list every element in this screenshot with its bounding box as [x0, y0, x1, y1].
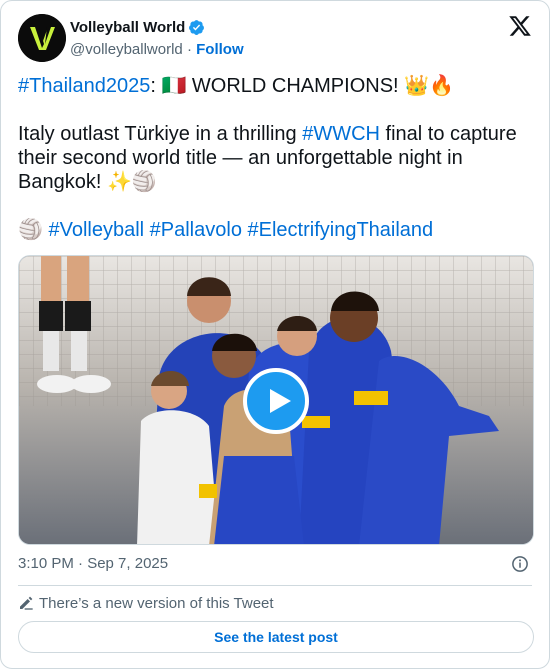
play-button[interactable]	[243, 368, 309, 434]
play-icon	[270, 389, 291, 413]
follow-link[interactable]: Follow	[196, 41, 244, 58]
hashtag-thailand2025[interactable]: #Thailand2025	[18, 75, 150, 97]
edited-notice: There’s a new version of this Tweet	[18, 593, 274, 613]
hashtag-wwch[interactable]: #WWCH	[302, 123, 380, 145]
tweet-paragraph-3: 🏐 #Volleyball #Pallavolo #ElectrifyingTh…	[18, 218, 534, 242]
separator-dot: ·	[186, 41, 192, 58]
edited-notice-text: There’s a new version of this Tweet	[39, 594, 274, 612]
see-latest-post-button[interactable]: See the latest post	[18, 621, 534, 653]
tweet-line-1-rest: : 🇮🇹 WORLD CHAMPIONS! 👑🔥	[150, 75, 454, 97]
video-media[interactable]	[18, 255, 534, 545]
hashtag-volleyball[interactable]: #Volleyball	[48, 219, 144, 241]
verified-badge-icon	[188, 19, 205, 36]
tweet-header: Volleyball World @volleyballworld · Foll…	[18, 14, 532, 62]
author-display-name[interactable]: Volleyball World	[70, 19, 185, 36]
timestamp-row: 3:10 PM · Sep 7, 2025	[18, 555, 532, 575]
tweet-paragraph-2: Italy outlast Türkiye in a thrilling #WW…	[18, 122, 534, 194]
author-handle[interactable]: @volleyballworld	[70, 41, 183, 58]
divider	[18, 585, 532, 586]
hashtag-electrifyingthailand[interactable]: #ElectrifyingThailand	[248, 219, 434, 241]
pencil-icon	[18, 595, 34, 611]
info-icon[interactable]	[511, 555, 529, 577]
tweet-embed-card: Volleyball World @volleyballworld · Foll…	[0, 0, 550, 669]
tweet-p2-start: Italy outlast Türkiye in a thrilling	[18, 123, 303, 145]
tweet-timestamp[interactable]: 3:10 PM · Sep 7, 2025	[18, 555, 168, 572]
volleyball-emoji: 🏐	[18, 219, 49, 241]
hashtag-pallavolo[interactable]: #Pallavolo	[150, 219, 242, 241]
tweet-text: #Thailand2025: 🇮🇹 WORLD CHAMPIONS! 👑🔥 It…	[18, 74, 534, 242]
volleyball-world-logo	[18, 14, 66, 62]
tweet-line-1: #Thailand2025: 🇮🇹 WORLD CHAMPIONS! 👑🔥	[18, 74, 534, 98]
x-logo-icon[interactable]	[508, 14, 532, 38]
avatar[interactable]	[18, 14, 66, 62]
author-info: Volleyball World @volleyballworld · Foll…	[70, 17, 244, 61]
